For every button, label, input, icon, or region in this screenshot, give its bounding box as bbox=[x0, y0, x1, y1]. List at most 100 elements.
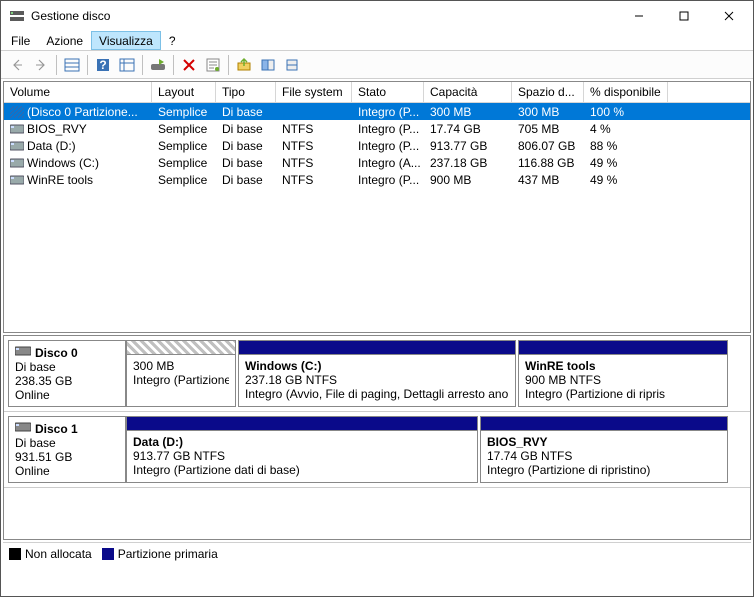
cell: NTFS bbox=[276, 138, 352, 154]
menu-view[interactable]: Visualizza bbox=[91, 31, 161, 50]
cell: Semplice bbox=[152, 138, 216, 154]
legend: Non allocata Partizione primaria bbox=[3, 542, 751, 564]
app-icon bbox=[9, 8, 25, 24]
volume-row[interactable]: WinRE toolsSempliceDi baseNTFSIntegro (P… bbox=[4, 171, 750, 188]
column-header-volume[interactable]: Volume bbox=[4, 82, 152, 102]
column-header-filesystem[interactable]: File system bbox=[276, 82, 352, 102]
partition-box[interactable]: BIOS_RVY17.74 GB NTFSIntegro (Partizione… bbox=[480, 416, 728, 483]
disk-row: Disco 0Di base238.35 GBOnline300 MBInteg… bbox=[4, 336, 750, 412]
cell: 913.77 GB bbox=[424, 138, 512, 154]
help-button[interactable]: ? bbox=[91, 53, 115, 77]
cell: Windows (C:) bbox=[4, 155, 152, 171]
properties-button[interactable] bbox=[201, 53, 225, 77]
svg-text:?: ? bbox=[99, 58, 106, 72]
cell: WinRE tools bbox=[4, 172, 152, 188]
cell: Integro (P... bbox=[352, 138, 424, 154]
cell: 300 MB bbox=[512, 104, 584, 120]
action2-button[interactable] bbox=[256, 53, 280, 77]
column-header-type[interactable]: Tipo bbox=[216, 82, 276, 102]
volume-icon bbox=[10, 123, 24, 135]
volume-list-header: VolumeLayoutTipoFile systemStatoCapacità… bbox=[4, 82, 750, 103]
volume-list: VolumeLayoutTipoFile systemStatoCapacità… bbox=[3, 81, 751, 333]
legend-primary: Partizione primaria bbox=[102, 547, 218, 561]
column-header-capacity[interactable]: Capacità bbox=[424, 82, 512, 102]
window-title: Gestione disco bbox=[31, 9, 616, 23]
back-button[interactable] bbox=[5, 53, 29, 77]
partition-box[interactable]: 300 MBIntegro (Partizione di bbox=[126, 340, 236, 407]
cell: NTFS bbox=[276, 121, 352, 137]
column-header-pctfree[interactable]: % disponibile bbox=[584, 82, 668, 102]
action1-button[interactable] bbox=[232, 53, 256, 77]
cell: 237.18 GB bbox=[424, 155, 512, 171]
cell: Data (D:) bbox=[4, 138, 152, 154]
disk-icon bbox=[15, 421, 31, 436]
title-bar: Gestione disco bbox=[1, 1, 753, 31]
menu-bar: File Azione Visualizza ? bbox=[1, 31, 753, 51]
volume-list-body[interactable]: (Disco 0 Partizione...SempliceDi baseInt… bbox=[4, 103, 750, 332]
forward-button[interactable] bbox=[29, 53, 53, 77]
cell: Di base bbox=[216, 155, 276, 171]
cell: Semplice bbox=[152, 172, 216, 188]
disk-info[interactable]: Disco 0Di base238.35 GBOnline bbox=[8, 340, 126, 407]
cell: 437 MB bbox=[512, 172, 584, 188]
menu-file[interactable]: File bbox=[3, 31, 38, 50]
cell: Di base bbox=[216, 172, 276, 188]
disk-icon bbox=[15, 345, 31, 360]
cell: 17.74 GB bbox=[424, 121, 512, 137]
cell: (Disco 0 Partizione... bbox=[4, 104, 152, 120]
cell: Semplice bbox=[152, 155, 216, 171]
volume-row[interactable]: Data (D:)SempliceDi baseNTFSIntegro (P..… bbox=[4, 137, 750, 154]
cell: Integro (P... bbox=[352, 172, 424, 188]
cell: 300 MB bbox=[424, 104, 512, 120]
action3-button[interactable] bbox=[280, 53, 304, 77]
volume-icon bbox=[10, 140, 24, 152]
cell: Di base bbox=[216, 104, 276, 120]
cell: 116.88 GB bbox=[512, 155, 584, 171]
partition-box[interactable]: WinRE tools900 MB NTFSIntegro (Partizion… bbox=[518, 340, 728, 407]
refresh-button[interactable] bbox=[146, 53, 170, 77]
partition-box[interactable]: Data (D:)913.77 GB NTFSIntegro (Partizio… bbox=[126, 416, 478, 483]
cell: 4 % bbox=[584, 121, 668, 137]
cell: 100 % bbox=[584, 104, 668, 120]
column-header-layout[interactable]: Layout bbox=[152, 82, 216, 102]
cell: NTFS bbox=[276, 172, 352, 188]
cell: 88 % bbox=[584, 138, 668, 154]
view-detail-button[interactable] bbox=[115, 53, 139, 77]
menu-action[interactable]: Azione bbox=[38, 31, 91, 50]
close-button[interactable] bbox=[706, 2, 751, 31]
cell: 806.07 GB bbox=[512, 138, 584, 154]
disk-info[interactable]: Disco 1Di base931.51 GBOnline bbox=[8, 416, 126, 483]
toolbar: ? bbox=[1, 51, 753, 79]
minimize-button[interactable] bbox=[616, 2, 661, 31]
view-list-button[interactable] bbox=[60, 53, 84, 77]
cell: 900 MB bbox=[424, 172, 512, 188]
volume-row[interactable]: (Disco 0 Partizione...SempliceDi base Int… bbox=[4, 103, 750, 120]
partition-box[interactable]: Windows (C:)237.18 GB NTFSIntegro (Avvio… bbox=[238, 340, 516, 407]
delete-button[interactable] bbox=[177, 53, 201, 77]
cell: Integro (P... bbox=[352, 104, 424, 120]
column-header-status[interactable]: Stato bbox=[352, 82, 424, 102]
volume-row[interactable]: BIOS_RVYSempliceDi baseNTFSIntegro (P...… bbox=[4, 120, 750, 137]
volume-row[interactable]: Windows (C:)SempliceDi baseNTFSIntegro (… bbox=[4, 154, 750, 171]
volume-icon bbox=[10, 174, 24, 186]
volume-icon bbox=[10, 157, 24, 169]
cell: BIOS_RVY bbox=[4, 121, 152, 137]
cell: Integro (P... bbox=[352, 121, 424, 137]
cell: 49 % bbox=[584, 155, 668, 171]
cell: 49 % bbox=[584, 172, 668, 188]
cell: 705 MB bbox=[512, 121, 584, 137]
disk-row: Disco 1Di base931.51 GBOnlineData (D:)91… bbox=[4, 412, 750, 488]
legend-unallocated: Non allocata bbox=[9, 547, 92, 561]
cell bbox=[276, 111, 352, 113]
cell: NTFS bbox=[276, 155, 352, 171]
menu-help[interactable]: ? bbox=[161, 31, 184, 50]
maximize-button[interactable] bbox=[661, 2, 706, 31]
cell: Integro (A... bbox=[352, 155, 424, 171]
cell: Di base bbox=[216, 121, 276, 137]
column-header-freespace[interactable]: Spazio d... bbox=[512, 82, 584, 102]
disk-map: Disco 0Di base238.35 GBOnline300 MBInteg… bbox=[3, 335, 751, 540]
cell: Semplice bbox=[152, 121, 216, 137]
hatched-icon bbox=[10, 106, 24, 118]
cell: Semplice bbox=[152, 104, 216, 120]
cell: Di base bbox=[216, 138, 276, 154]
